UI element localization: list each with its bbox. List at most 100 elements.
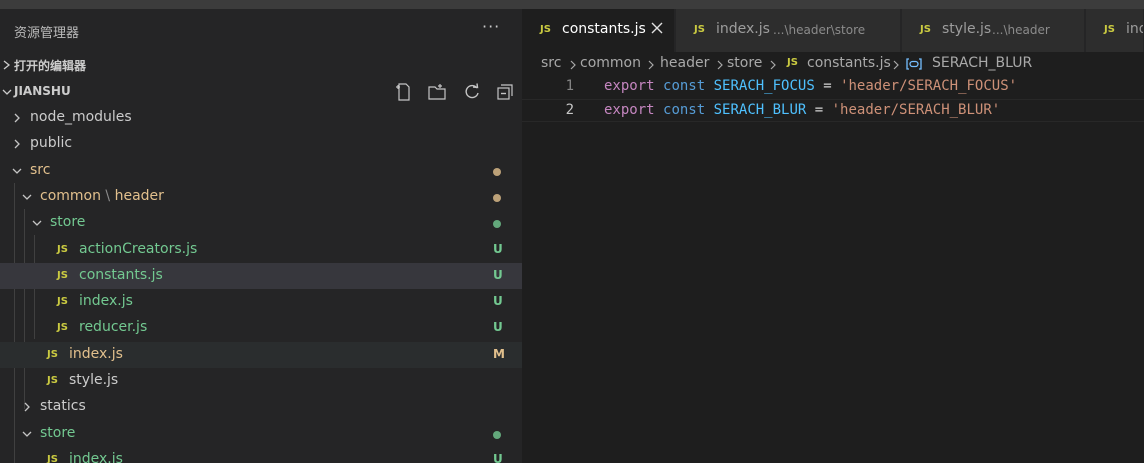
chevron-right-icon <box>648 60 654 70</box>
open-editors-section[interactable]: 打开的编辑器 <box>0 52 522 78</box>
tab-bar: JS constants.js JS index.js ...\header\s… <box>522 9 1144 52</box>
git-status-badge: U <box>493 320 503 334</box>
symbol-constant-icon <box>906 58 922 70</box>
tree-item-label: node_modules <box>30 109 132 125</box>
project-section[interactable]: JIANSHU <box>0 79 522 105</box>
project-label: JIANSHU <box>14 84 71 98</box>
js-file-icon: JS <box>57 244 68 255</box>
tree-item-label: store <box>40 425 76 441</box>
chevron-down-icon <box>12 168 22 174</box>
tab-label: constants.js <box>562 21 646 37</box>
tree-file[interactable]: JS actionCreators.js U <box>0 237 522 263</box>
git-status-badge: M <box>493 347 505 361</box>
close-icon[interactable] <box>648 19 666 37</box>
refresh-icon[interactable] <box>462 82 482 102</box>
new-file-icon[interactable] <box>394 82 414 102</box>
tree-item-label: common \ header <box>40 188 164 204</box>
tree-file[interactable]: JS style.js <box>0 368 522 394</box>
chevron-right-icon <box>570 60 576 70</box>
git-status-badge: U <box>493 268 503 282</box>
tree-file[interactable]: JS index.js U <box>0 447 522 463</box>
tree-item-label: constants.js <box>79 267 163 283</box>
chevron-right-icon <box>24 402 30 412</box>
tab-label: index.js <box>716 21 770 37</box>
git-status-badge: U <box>493 294 503 308</box>
tree-file[interactable]: JS index.js U <box>0 289 522 315</box>
explorer-title: 资源管理器 <box>14 26 80 41</box>
breadcrumb-item[interactable]: src <box>541 55 561 71</box>
tab-description: ...\header\store <box>773 23 866 37</box>
git-status-badge: U <box>493 242 503 256</box>
chevron-down-icon <box>32 220 42 226</box>
tree-folder[interactable]: node_modules <box>0 105 522 131</box>
chevron-right-icon <box>3 60 11 70</box>
git-status-badge: U <box>493 452 503 463</box>
code-text: export const SERACH_BLUR = 'header/SERAC… <box>604 102 1001 118</box>
chevron-right-icon <box>717 60 723 70</box>
line-number: 1 <box>565 78 574 94</box>
js-file-icon: JS <box>47 454 58 463</box>
chevron-down-icon <box>2 89 12 95</box>
js-file-icon: JS <box>57 270 68 281</box>
breadcrumb-item[interactable]: header <box>660 55 709 71</box>
tab-index-js[interactable]: JS index.js ...\header\store <box>676 9 901 52</box>
js-file-icon: JS <box>47 375 58 386</box>
open-editors-label: 打开的编辑器 <box>14 59 87 73</box>
breadcrumb: src common header store JS constants.js … <box>522 52 1144 76</box>
js-file-icon: JS <box>540 24 551 35</box>
tree-item-label: index.js <box>69 451 123 463</box>
tree-folder[interactable]: common \ header <box>0 184 522 210</box>
tree-item-label: reducer.js <box>79 319 148 335</box>
editor-area: JS constants.js JS index.js ...\header\s… <box>522 9 1144 463</box>
tree-folder[interactable]: public <box>0 131 522 157</box>
tab-label: ind <box>1126 21 1143 37</box>
tab-index-js-2[interactable]: JS ind <box>1086 9 1144 52</box>
chevron-down-icon <box>22 194 32 200</box>
tree-item-label: public <box>30 135 73 151</box>
chevron-right-icon <box>14 139 20 149</box>
js-file-icon: JS <box>57 296 68 307</box>
js-file-icon: JS <box>694 24 705 35</box>
tree-item-label: store <box>50 214 86 230</box>
tab-label: style.js <box>942 21 992 37</box>
code-text: export const SERACH_FOCUS = 'header/SERA… <box>604 78 1018 94</box>
tree-folder[interactable]: statics <box>0 394 522 420</box>
explorer-sidebar: 资源管理器 ··· 打开的编辑器 JIANSHU node_modulespub… <box>0 9 522 463</box>
tree-folder[interactable]: src <box>0 158 522 184</box>
tree-folder[interactable]: store <box>0 210 522 236</box>
git-status-dot <box>493 168 501 176</box>
code-line: 1 export const SERACH_FOCUS = 'header/SER… <box>522 76 1144 99</box>
tree-file[interactable]: JS constants.js U <box>0 263 522 289</box>
tree-folder[interactable]: store <box>0 421 522 447</box>
breadcrumb-file[interactable]: constants.js <box>807 55 891 71</box>
breadcrumb-item[interactable]: common <box>580 55 641 71</box>
tab-style-js[interactable]: JS style.js ...\header <box>902 9 1085 52</box>
js-file-icon: JS <box>920 24 931 35</box>
new-folder-icon[interactable] <box>427 82 447 102</box>
git-status-dot <box>493 431 501 439</box>
title-bar <box>0 0 1144 9</box>
line-number: 2 <box>565 102 574 118</box>
tree-file[interactable]: JS reducer.js U <box>0 315 522 341</box>
code-line: 2 export const SERACH_BLUR = 'header/SERA… <box>522 99 1144 122</box>
tree-item-label: src <box>30 162 51 178</box>
tree-item-label: style.js <box>69 372 119 388</box>
tab-constants-js[interactable]: JS constants.js <box>522 9 675 52</box>
explorer-header: 资源管理器 ··· <box>0 9 522 52</box>
chevron-right-icon <box>14 113 20 123</box>
tab-description: ...\header <box>992 23 1050 37</box>
js-file-icon: JS <box>1104 24 1115 35</box>
tree-file[interactable]: JS index.js M <box>0 342 522 368</box>
git-status-dot <box>493 220 501 228</box>
js-file-icon: JS <box>57 322 68 333</box>
tree-item-label: index.js <box>79 293 133 309</box>
js-file-icon: JS <box>47 349 58 360</box>
git-status-dot <box>493 194 501 202</box>
tree-item-label: index.js <box>69 346 123 362</box>
more-actions-icon[interactable]: ··· <box>482 17 500 36</box>
collapse-all-icon[interactable] <box>495 82 515 102</box>
breadcrumb-item[interactable]: store <box>727 55 762 71</box>
tree-item-label: actionCreators.js <box>79 241 198 257</box>
chevron-down-icon <box>22 431 32 437</box>
breadcrumb-symbol[interactable]: SERACH_BLUR <box>932 55 1032 71</box>
